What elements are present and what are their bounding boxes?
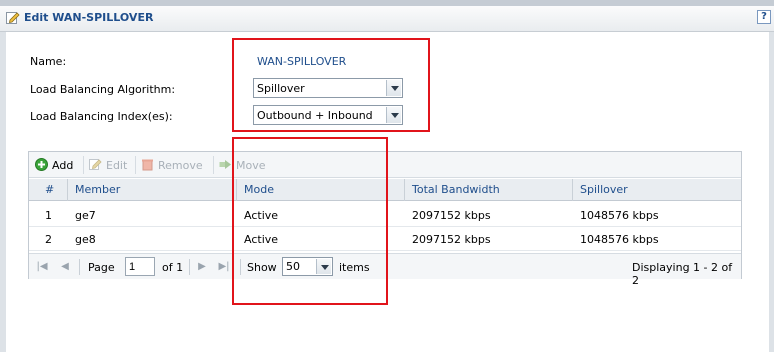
dialog-title: Edit WAN-SPILLOVER: [24, 11, 154, 24]
column-header-total-bandwidth[interactable]: Total Bandwidth: [412, 183, 500, 196]
remove-label: Remove: [158, 159, 203, 172]
page-count: of 1: [162, 261, 184, 274]
algorithm-label: Load Balancing Algorithm:: [30, 83, 176, 96]
frame-right-border: [769, 32, 774, 352]
column-divider: [572, 179, 573, 201]
row-number: 2: [45, 233, 52, 246]
page-label: Page: [88, 261, 115, 274]
move-icon: [219, 160, 231, 169]
add-label: Add: [52, 159, 74, 172]
column-header-spillover[interactable]: Spillover: [580, 183, 628, 196]
displaying-status: Displaying 1 - 2 of 2: [632, 261, 733, 287]
edit-button[interactable]: Edit: [89, 158, 127, 172]
first-page-icon[interactable]: |◀: [36, 260, 48, 273]
edit-icon: [6, 12, 20, 24]
last-page-icon[interactable]: ▶|: [218, 260, 230, 273]
toolbar-divider: [213, 156, 214, 174]
titlebar-top-strip: [0, 0, 774, 6]
index-label: Load Balancing Index(es):: [30, 110, 173, 123]
add-button[interactable]: Add: [35, 158, 73, 172]
column-divider: [67, 179, 68, 201]
row-bandwidth: 2097152 kbps: [412, 209, 491, 222]
dialog-titlebar: Edit WAN-SPILLOVER ?: [0, 0, 774, 32]
previous-page-icon[interactable]: ◀: [59, 260, 71, 273]
column-header-member[interactable]: Member: [75, 183, 120, 196]
pager-divider: [79, 259, 80, 275]
help-button[interactable]: ?: [757, 10, 771, 24]
edit-icon: [89, 159, 102, 170]
row-member: ge7: [75, 209, 96, 222]
column-divider: [404, 179, 405, 201]
highlight-box-form: [232, 38, 430, 132]
toolbar-divider: [83, 156, 84, 174]
highlight-box-mode-column: [232, 137, 388, 305]
column-header-number[interactable]: #: [45, 183, 54, 196]
row-bandwidth: 2097152 kbps: [412, 233, 491, 246]
row-spillover: 1048576 kbps: [580, 233, 659, 246]
next-page-icon[interactable]: ▶: [196, 260, 208, 273]
row-member: ge8: [75, 233, 96, 246]
pager-divider: [189, 259, 190, 275]
add-icon: [35, 158, 48, 171]
frame-left-border: [0, 32, 6, 352]
toolbar-divider: [135, 156, 136, 174]
name-label: Name:: [30, 55, 67, 68]
row-spillover: 1048576 kbps: [580, 209, 659, 222]
trash-icon: [142, 159, 153, 171]
page-input[interactable]: [125, 257, 155, 276]
remove-button[interactable]: Remove: [141, 158, 203, 172]
edit-label: Edit: [106, 159, 128, 172]
row-number: 1: [45, 209, 52, 222]
